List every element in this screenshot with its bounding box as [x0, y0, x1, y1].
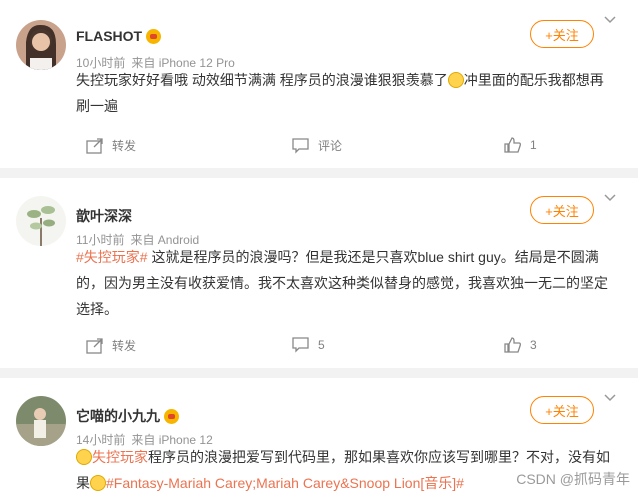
username[interactable]: FLASHOT — [76, 28, 162, 44]
comment-icon — [292, 337, 310, 353]
like-button[interactable]: 1 — [504, 137, 537, 153]
post-text-body: 这就是程序员的浪漫吗？但是我还是只喜欢blue shirt guy。结局是不圆满… — [76, 249, 608, 317]
post-actions: 转发 5 3 — [0, 337, 638, 357]
emoji-icon — [90, 475, 106, 491]
emoji-icon — [447, 72, 464, 88]
post-actions: 转发 评论 1 — [0, 137, 638, 157]
repost-label: 转发 — [112, 139, 137, 153]
hashtag-link[interactable]: #失控玩家# — [76, 249, 148, 265]
post-card: 歆叶深深 11小时前 来自 Android +关注 #失控玩家# 这就是程序员的… — [0, 178, 638, 368]
repost-label: 转发 — [112, 339, 137, 353]
username-text[interactable]: 它喵的小九九 — [76, 406, 160, 426]
repost-icon — [86, 337, 104, 354]
hashtag-link[interactable]: #Fantasy-Mariah Carey;Mariah Carey&Snoop… — [106, 475, 464, 491]
username-text[interactable]: FLASHOT — [76, 28, 142, 44]
post-text: 失控玩家好好看哦 动效细节满满 程序员的浪漫谁狠狠羡慕了 冲里面的配乐我都想再刷一… — [76, 67, 616, 119]
username[interactable]: 它喵的小九九 — [76, 406, 179, 426]
follow-button[interactable]: +关注 — [530, 20, 594, 48]
like-count: 3 — [530, 338, 537, 352]
vip-badge-icon — [146, 28, 162, 44]
repost-icon — [86, 137, 104, 154]
repost-button[interactable]: 转发 — [86, 337, 136, 354]
like-count: 1 — [530, 138, 537, 152]
chevron-down-icon[interactable] — [604, 16, 616, 26]
chevron-down-icon[interactable] — [604, 394, 616, 404]
topic-link[interactable]: 失控玩家 — [92, 449, 148, 465]
follow-button[interactable]: +关注 — [530, 196, 594, 224]
post-text: #失控玩家# 这就是程序员的浪漫吗？但是我还是只喜欢blue shirt guy… — [76, 244, 616, 322]
avatar[interactable] — [16, 196, 66, 246]
like-button[interactable]: 3 — [504, 337, 537, 353]
comment-button[interactable]: 5 — [292, 337, 325, 353]
thumbs-up-icon — [504, 137, 522, 153]
username-text[interactable]: 歆叶深深 — [76, 206, 132, 226]
avatar[interactable] — [16, 396, 66, 446]
post-card: FLASHOT 10小时前 来自 iPhone 12 Pro +关注 失控玩家好… — [0, 0, 638, 168]
avatar[interactable] — [16, 20, 66, 70]
comment-label: 评论 — [318, 139, 343, 153]
comment-count: 5 — [318, 338, 325, 352]
repost-button[interactable]: 转发 — [86, 137, 136, 154]
follow-button[interactable]: +关注 — [530, 396, 594, 424]
comment-button[interactable]: 评论 — [292, 137, 342, 154]
vip-badge-icon — [164, 408, 179, 424]
post-text-part: 失控玩家好好看哦 动效细节满满 程序员的浪漫谁狠狠羡慕了 — [76, 72, 448, 88]
watermark: CSDN @抓码青年 — [516, 471, 630, 487]
username[interactable]: 歆叶深深 — [76, 206, 132, 226]
topic-icon — [76, 449, 92, 465]
thumbs-up-icon — [504, 337, 522, 353]
chevron-down-icon[interactable] — [604, 194, 616, 204]
comment-icon — [292, 137, 310, 154]
